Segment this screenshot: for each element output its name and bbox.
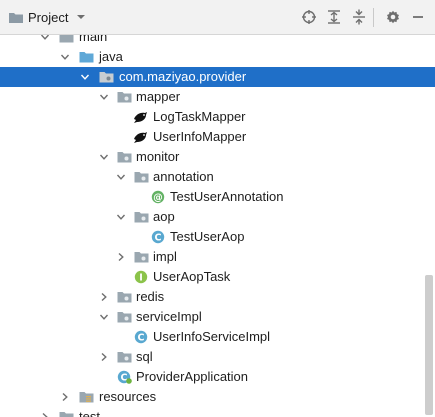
class-icon: C: [151, 230, 165, 243]
toolbar-separator: [373, 8, 374, 27]
chevron-down-icon[interactable]: [99, 92, 109, 102]
chevron-down-icon[interactable]: [40, 35, 50, 42]
tree-row-providerapplication[interactable]: C ProviderApplication: [0, 367, 435, 387]
spring-boot-class-icon: C: [117, 370, 132, 384]
project-tree: main java com.maziyao.provider mapper Lo…: [0, 35, 435, 417]
folder-icon: [59, 412, 74, 417]
tree-label: com.maziyao.provider: [119, 69, 247, 84]
project-view-title[interactable]: Project: [28, 10, 68, 25]
tree-label: java: [99, 49, 123, 64]
hide-icon[interactable]: [410, 9, 426, 25]
tree-label: UserInfoMapper: [153, 129, 247, 144]
tree-row-redis[interactable]: redis: [0, 287, 435, 307]
chevron-down-icon[interactable]: [99, 312, 109, 322]
tree-row-testuserannotation[interactable]: @ TestUserAnnotation: [0, 187, 435, 207]
tree-row-impl[interactable]: impl: [0, 247, 435, 267]
expand-all-icon[interactable]: [326, 9, 342, 25]
chevron-down-icon[interactable]: [99, 152, 109, 162]
package-icon: [117, 152, 132, 163]
tree-label: monitor: [136, 149, 180, 164]
tree-row-userinfomapper[interactable]: UserInfoMapper: [0, 127, 435, 147]
project-toolbar: Project: [0, 0, 435, 35]
package-icon: [117, 92, 132, 103]
tree-row-resources[interactable]: resources: [0, 387, 435, 407]
tree-label: mapper: [136, 89, 181, 104]
resources-folder-icon: [79, 392, 94, 403]
tree-label: ProviderApplication: [136, 369, 249, 384]
tree-label: TestUserAop: [170, 229, 245, 244]
package-icon: [117, 352, 132, 363]
chevron-down-icon[interactable]: [60, 52, 70, 62]
mybatis-bird-icon: [134, 132, 147, 143]
tree-label: serviceImpl: [136, 309, 202, 324]
tree-label: UserAopTask: [153, 269, 231, 284]
tree-row-logtaskmapper[interactable]: LogTaskMapper: [0, 107, 435, 127]
tree-row-test[interactable]: test: [0, 407, 435, 417]
tree-row-monitor[interactable]: monitor: [0, 147, 435, 167]
tree-row-aop[interactable]: aop: [0, 207, 435, 227]
collapse-all-icon[interactable]: [351, 9, 367, 25]
interface-icon: I: [134, 270, 148, 283]
tree-row-useraoptask[interactable]: I UserAopTask: [0, 267, 435, 287]
package-icon: [134, 252, 149, 263]
chevron-right-icon[interactable]: [116, 252, 126, 262]
tree-label: main: [79, 35, 108, 44]
tree-label: sql: [136, 349, 153, 364]
tree-label: annotation: [153, 169, 214, 184]
tree-label: impl: [153, 249, 177, 264]
tree-row-sql[interactable]: sql: [0, 347, 435, 367]
chevron-right-icon[interactable]: [99, 352, 109, 362]
chevron-right-icon[interactable]: [99, 292, 109, 302]
tree-row-userinfoserviceimpl[interactable]: C UserInfoServiceImpl: [0, 327, 435, 347]
chevron-down-icon[interactable]: [76, 13, 86, 21]
source-folder-icon: [79, 52, 94, 63]
package-icon: [134, 172, 149, 183]
tree-row-annotation[interactable]: annotation: [0, 167, 435, 187]
tree-label: resources: [99, 389, 157, 404]
class-icon: C: [134, 330, 148, 343]
tree-row-com-maziyao-provider[interactable]: com.maziyao.provider: [0, 67, 435, 87]
tree-label: redis: [136, 289, 165, 304]
tree-row-main[interactable]: main: [0, 35, 435, 47]
folder-icon: [59, 35, 74, 43]
annotation-class-icon: @: [151, 190, 165, 203]
chevron-down-icon[interactable]: [116, 212, 126, 222]
settings-icon[interactable]: [385, 9, 401, 25]
tree-row-mapper[interactable]: mapper: [0, 87, 435, 107]
chevron-right-icon[interactable]: [40, 412, 50, 417]
tree-label: TestUserAnnotation: [170, 189, 284, 204]
tree-row-serviceimpl[interactable]: serviceImpl: [0, 307, 435, 327]
tree-label: LogTaskMapper: [153, 109, 246, 124]
tree-label: UserInfoServiceImpl: [153, 329, 271, 344]
tree-row-java[interactable]: java: [0, 47, 435, 67]
project-folder-icon: [9, 13, 23, 23]
chevron-down-icon[interactable]: [80, 72, 90, 82]
svg-text:C: C: [138, 332, 145, 343]
svg-text:I: I: [139, 272, 143, 283]
tree-label: test: [79, 409, 100, 417]
locate-icon[interactable]: [301, 9, 317, 25]
package-icon: [99, 72, 114, 83]
svg-text:@: @: [153, 192, 163, 203]
mybatis-bird-icon: [134, 112, 147, 123]
chevron-right-icon[interactable]: [60, 392, 70, 402]
svg-text:C: C: [155, 232, 162, 243]
package-icon: [117, 312, 132, 323]
package-icon: [117, 292, 132, 303]
vertical-scrollbar[interactable]: [425, 275, 433, 415]
chevron-down-icon[interactable]: [116, 172, 126, 182]
tree-row-testuseraop[interactable]: C TestUserAop: [0, 227, 435, 247]
package-icon: [134, 212, 149, 223]
tree-label: aop: [153, 209, 175, 224]
